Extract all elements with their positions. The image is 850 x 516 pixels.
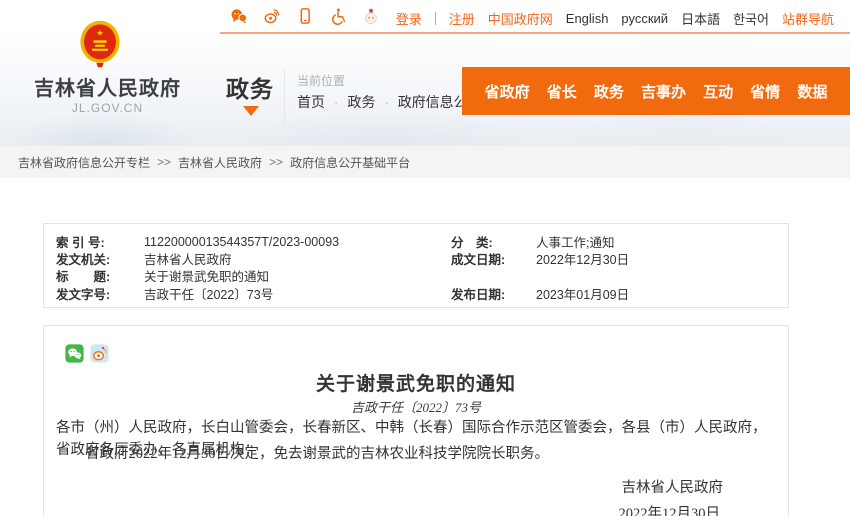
main-nav: 省政府 省长 政务 吉事办 互动 省情 数据 <box>462 67 850 115</box>
share-icons <box>65 344 109 363</box>
breadcrumb-item-provincial-gov[interactable]: 吉林省人民政府 <box>178 154 262 171</box>
breadcrumb: 吉林省政府信息公开专栏 >> 吉林省人民政府 >> 政府信息公开基础平台 <box>0 146 850 178</box>
gov-cn-link[interactable]: 中国政府网 <box>488 9 553 28</box>
meta-value-issuing-agency: 吉林省人民政府 <box>144 249 451 268</box>
breadcrumb-separator: >> <box>269 155 283 169</box>
mobile-icon[interactable] <box>296 7 314 25</box>
nav-item-zhengwu[interactable]: 政务 <box>594 81 624 102</box>
location-separator: · <box>384 95 388 110</box>
wechat-share-icon[interactable] <box>65 344 84 363</box>
meta-value-category: 人事工作;通知 <box>536 232 788 251</box>
meta-label-category: 分 类: <box>451 232 536 251</box>
nav-item-province-info[interactable]: 省情 <box>750 81 780 102</box>
page: 登录 注册 中国政府网 English русский 日本語 한국어 站群导航… <box>0 0 850 516</box>
meta-label-index-number: 索 引 号: <box>56 232 144 251</box>
document-content: 关于谢景武免职的通知 吉政干任〔2022〕73号 各市（州）人民政府，长白山管委… <box>43 325 789 516</box>
login-register-divider <box>435 12 436 25</box>
meta-value-title: 关于谢景武免职的通知 <box>144 266 451 285</box>
current-location-label: 当前位置 <box>297 72 345 89</box>
topbar-icons <box>230 7 380 25</box>
meta-label-written-date: 成文日期: <box>451 249 536 268</box>
wechat-icon[interactable] <box>230 7 248 25</box>
breadcrumb-separator: >> <box>157 155 171 169</box>
document-sign-date: 2022年12月30日 <box>44 502 720 516</box>
register-link[interactable]: 注册 <box>449 9 475 28</box>
lang-japanese-link[interactable]: 日本語 <box>681 9 720 28</box>
site-header: 登录 注册 中国政府网 English русский 日本語 한국어 站群导航… <box>0 0 850 146</box>
nav-item-governor[interactable]: 省长 <box>547 81 577 102</box>
meta-label-doc-number: 发文字号: <box>56 284 144 303</box>
header-vertical-divider <box>284 70 285 128</box>
national-emblem-icon: ★ <box>78 20 122 73</box>
meta-value-written-date: 2022年12月30日 <box>536 249 788 268</box>
document-paragraph: 省政府2022年12月30日决定，免去谢景武的吉林农业科技学院院长职务。 <box>56 442 774 463</box>
site-group-nav-link[interactable]: 站群导航 <box>782 9 834 28</box>
breadcrumb-item-disclosure-column[interactable]: 吉林省政府信息公开专栏 <box>18 154 150 171</box>
document-number: 吉政干任〔2022〕73号 <box>44 397 788 416</box>
topbar-divider-line <box>220 32 850 34</box>
breadcrumb-item-platform[interactable]: 政府信息公开基础平台 <box>290 154 410 171</box>
svg-text:★: ★ <box>96 28 103 37</box>
location-separator: · <box>334 95 338 110</box>
meta-value-publish-date: 2023年01月09日 <box>536 284 788 303</box>
login-link[interactable]: 登录 <box>396 9 422 28</box>
weibo-share-icon[interactable] <box>90 344 109 363</box>
weibo-icon[interactable] <box>263 7 281 25</box>
nav-item-data[interactable]: 数据 <box>797 81 827 102</box>
meta-label-issuing-agency: 发文机关: <box>56 249 144 268</box>
meta-value-doc-number: 吉政干任〔2022〕73号 <box>144 284 451 303</box>
section-caret-icon <box>243 106 259 116</box>
meta-label-publish-date: 发布日期: <box>451 284 536 303</box>
document-title: 关于谢景武免职的通知 <box>44 369 788 396</box>
site-name: 吉林省人民政府 <box>0 72 215 101</box>
lang-korean-link[interactable]: 한국어 <box>733 9 769 28</box>
meta-label-title: 标 题: <box>56 266 144 285</box>
topbar-links: 登录 注册 中国政府网 English русский 日本語 한국어 站群导航 <box>396 9 834 28</box>
mascot-icon[interactable] <box>362 7 380 25</box>
nav-item-provincial-gov[interactable]: 省政府 <box>485 81 530 102</box>
site-domain: JL.GOV.CN <box>0 101 215 115</box>
section-title: 政务 <box>226 70 274 104</box>
accessibility-icon[interactable] <box>329 7 347 25</box>
nav-item-jishiban[interactable]: 吉事办 <box>641 81 686 102</box>
meta-value-index-number: 11220000013544357T/2023-00093 <box>144 235 451 249</box>
location-item-home[interactable]: 首页 <box>297 92 325 112</box>
location-item-zhengwu[interactable]: 政务 <box>347 92 375 112</box>
document-meta-table: 索 引 号: 11220000013544357T/2023-00093 分 类… <box>43 223 789 308</box>
document-signer: 吉林省人民政府 <box>44 476 723 497</box>
lang-russian-link[interactable]: русский <box>621 11 668 26</box>
lang-english-link[interactable]: English <box>566 11 609 26</box>
location-breadcrumb: 首页 · 政务 · 政府信息公开 <box>297 92 482 112</box>
nav-item-interaction[interactable]: 互动 <box>703 81 733 102</box>
